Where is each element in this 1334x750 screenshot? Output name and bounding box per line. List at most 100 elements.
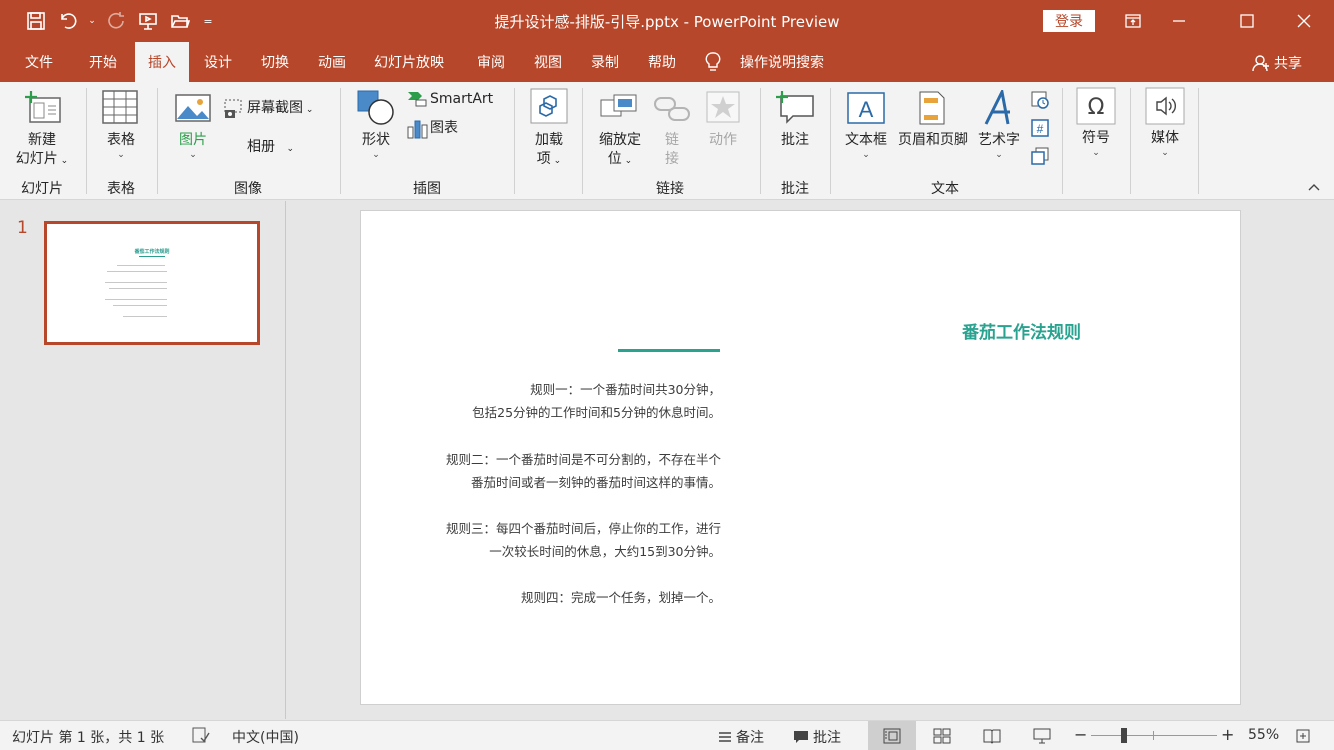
shapes-icon [357, 90, 395, 126]
ribbon-display-options-icon[interactable] [1110, 0, 1156, 42]
zoom-slider-center-tick [1153, 731, 1154, 740]
header-footer-button[interactable]: 页眉和页脚 [893, 131, 973, 150]
slide-thumbnail[interactable]: 番茄工作法规则 [44, 221, 260, 345]
tab-record[interactable]: 录制 [580, 42, 630, 82]
save-icon[interactable] [22, 8, 50, 34]
ribbon-separator [582, 88, 583, 194]
tab-help[interactable]: 帮助 [637, 42, 687, 82]
picture-button[interactable]: 图片 ⌄ [168, 131, 218, 160]
slide-number: 1 [17, 218, 28, 238]
quick-access-toolbar: ⌄ = [22, 8, 218, 34]
accessibility-icon[interactable] [192, 727, 210, 743]
screenshot-icon [223, 98, 243, 120]
collapse-ribbon-icon[interactable] [1306, 181, 1322, 193]
media-label: 媒体 [1151, 130, 1179, 146]
tab-home[interactable]: 开始 [78, 42, 128, 82]
date-time-icon[interactable] [1030, 90, 1050, 110]
thumbnail-text-line [123, 316, 167, 317]
new-slide-label-1: 新建 [28, 132, 56, 148]
symbol-button[interactable]: 符号 ⌄ [1072, 129, 1120, 158]
header-footer-icon [918, 90, 946, 126]
object-icon[interactable] [1030, 146, 1050, 166]
smartart-button[interactable]: SmartArt [430, 90, 493, 109]
chevron-down-icon: ⌄ [862, 150, 870, 160]
notes-button[interactable]: 备注 [718, 727, 764, 747]
rule-line[interactable]: 规则四：完成一个任务，划掉一个。 [521, 587, 721, 606]
undo-icon[interactable] [54, 8, 82, 34]
new-comment-button[interactable]: 批注 [770, 131, 820, 150]
group-label-tables: 表格 [107, 181, 135, 197]
media-button[interactable]: 媒体 ⌄ [1140, 129, 1190, 158]
slide-sorter-button[interactable] [918, 721, 966, 750]
present-from-start-icon[interactable] [134, 8, 162, 34]
rule-line[interactable]: 一次较长时间的休息，大约15到30分钟。 [489, 541, 721, 560]
rule-line[interactable]: 规则一：一个番茄时间共30分钟， [530, 379, 721, 398]
language-indicator[interactable]: 中文(中国) [232, 727, 299, 747]
ribbon-separator [1062, 88, 1063, 194]
add-ins-button[interactable]: 加载 项 ⌄ [526, 131, 572, 171]
new-slide-button[interactable]: 新建 幻灯片 ⌄ [8, 131, 76, 171]
zoom-out-button[interactable]: − [1074, 725, 1087, 744]
add-ins-label-1: 加载 [535, 132, 563, 148]
photo-album-button[interactable]: 相册 ⌄ [247, 138, 294, 159]
link-icon [654, 96, 690, 122]
zoom-slider-track[interactable] [1091, 735, 1217, 736]
tab-slideshow[interactable]: 幻灯片放映 [366, 42, 452, 82]
zoom-slider-thumb[interactable] [1121, 728, 1127, 743]
shapes-button[interactable]: 形状 ⌄ [354, 131, 398, 160]
login-button[interactable]: 登录 [1043, 10, 1095, 32]
tab-insert[interactable]: 插入 [135, 42, 189, 82]
zoom-in-button[interactable]: + [1221, 725, 1234, 744]
share-button[interactable]: 共享 [1252, 53, 1302, 73]
chart-button[interactable]: 图表 [430, 119, 458, 138]
screenshot-label: 屏幕截图 [247, 100, 303, 116]
rule-line[interactable]: 包括25分钟的工作时间和5分钟的休息时间。 [472, 402, 721, 421]
ribbon-separator [340, 88, 341, 194]
text-box-button[interactable]: 文本框 ⌄ [840, 131, 892, 160]
tell-me-search[interactable]: 操作说明搜索 [704, 42, 844, 82]
zoom-button[interactable]: 缩放定 位 ⌄ [592, 131, 648, 171]
open-folder-icon[interactable] [166, 8, 194, 34]
zoom-label-2: 位 [607, 151, 622, 167]
add-ins-icon [530, 88, 568, 124]
chevron-down-icon: ⌄ [995, 150, 1003, 160]
tab-transitions[interactable]: 切换 [250, 42, 300, 82]
group-label-images: 图像 [234, 181, 262, 197]
tab-animations[interactable]: 动画 [307, 42, 357, 82]
tab-view[interactable]: 视图 [523, 42, 573, 82]
minimize-icon[interactable] [1156, 0, 1202, 42]
slide-canvas[interactable]: 番茄工作法规则 规则一：一个番茄时间共30分钟， 包括25分钟的工作时间和5分钟… [360, 210, 1241, 705]
slideshow-view-button[interactable] [1018, 721, 1066, 750]
notes-label: 备注 [736, 730, 764, 746]
rule-line[interactable]: 番茄时间或者一刻钟的番茄时间这样的事情。 [471, 472, 721, 491]
person-icon [1252, 55, 1269, 72]
screenshot-button[interactable]: 屏幕截图 ⌄ [247, 99, 313, 120]
normal-view-button[interactable] [868, 721, 916, 750]
rule-line[interactable]: 规则二：一个番茄时间是不可分割的，不存在半个 [446, 449, 721, 468]
rule-line[interactable]: 规则三：每四个番茄时间后，停止你的工作，进行 [446, 518, 721, 537]
undo-dropdown-icon[interactable]: ⌄ [86, 16, 98, 26]
fit-to-window-icon[interactable] [1296, 729, 1310, 743]
zoom-level[interactable]: 55% [1248, 727, 1279, 743]
slide-title[interactable]: 番茄工作法规则 [361, 318, 1081, 343]
reading-view-button[interactable] [968, 721, 1016, 750]
slide-number-icon[interactable]: # [1030, 118, 1050, 138]
new-slide-label-2: 幻灯片 [15, 151, 58, 167]
chevron-down-icon: ⌄ [1161, 148, 1169, 158]
customize-qat-icon[interactable]: = [198, 15, 218, 28]
add-ins-label-2: 项 [536, 151, 551, 167]
wordart-button[interactable]: 艺术字 ⌄ [974, 131, 1024, 160]
tab-file[interactable]: 文件 [14, 42, 64, 82]
comment-bubble-icon [794, 731, 808, 743]
redo-icon [102, 8, 130, 34]
close-icon[interactable] [1281, 0, 1327, 42]
comments-button[interactable]: 批注 [793, 727, 841, 747]
tab-review[interactable]: 审阅 [466, 42, 516, 82]
zoom-icon [600, 94, 638, 120]
ribbon-separator [830, 88, 831, 194]
tab-design[interactable]: 设计 [193, 42, 243, 82]
thumbnail-text-line [107, 271, 167, 272]
slide-count: 幻灯片 第 1 张，共 1 张 [12, 730, 165, 746]
maximize-icon[interactable] [1224, 0, 1270, 42]
table-button[interactable]: 表格 ⌄ [95, 131, 147, 160]
